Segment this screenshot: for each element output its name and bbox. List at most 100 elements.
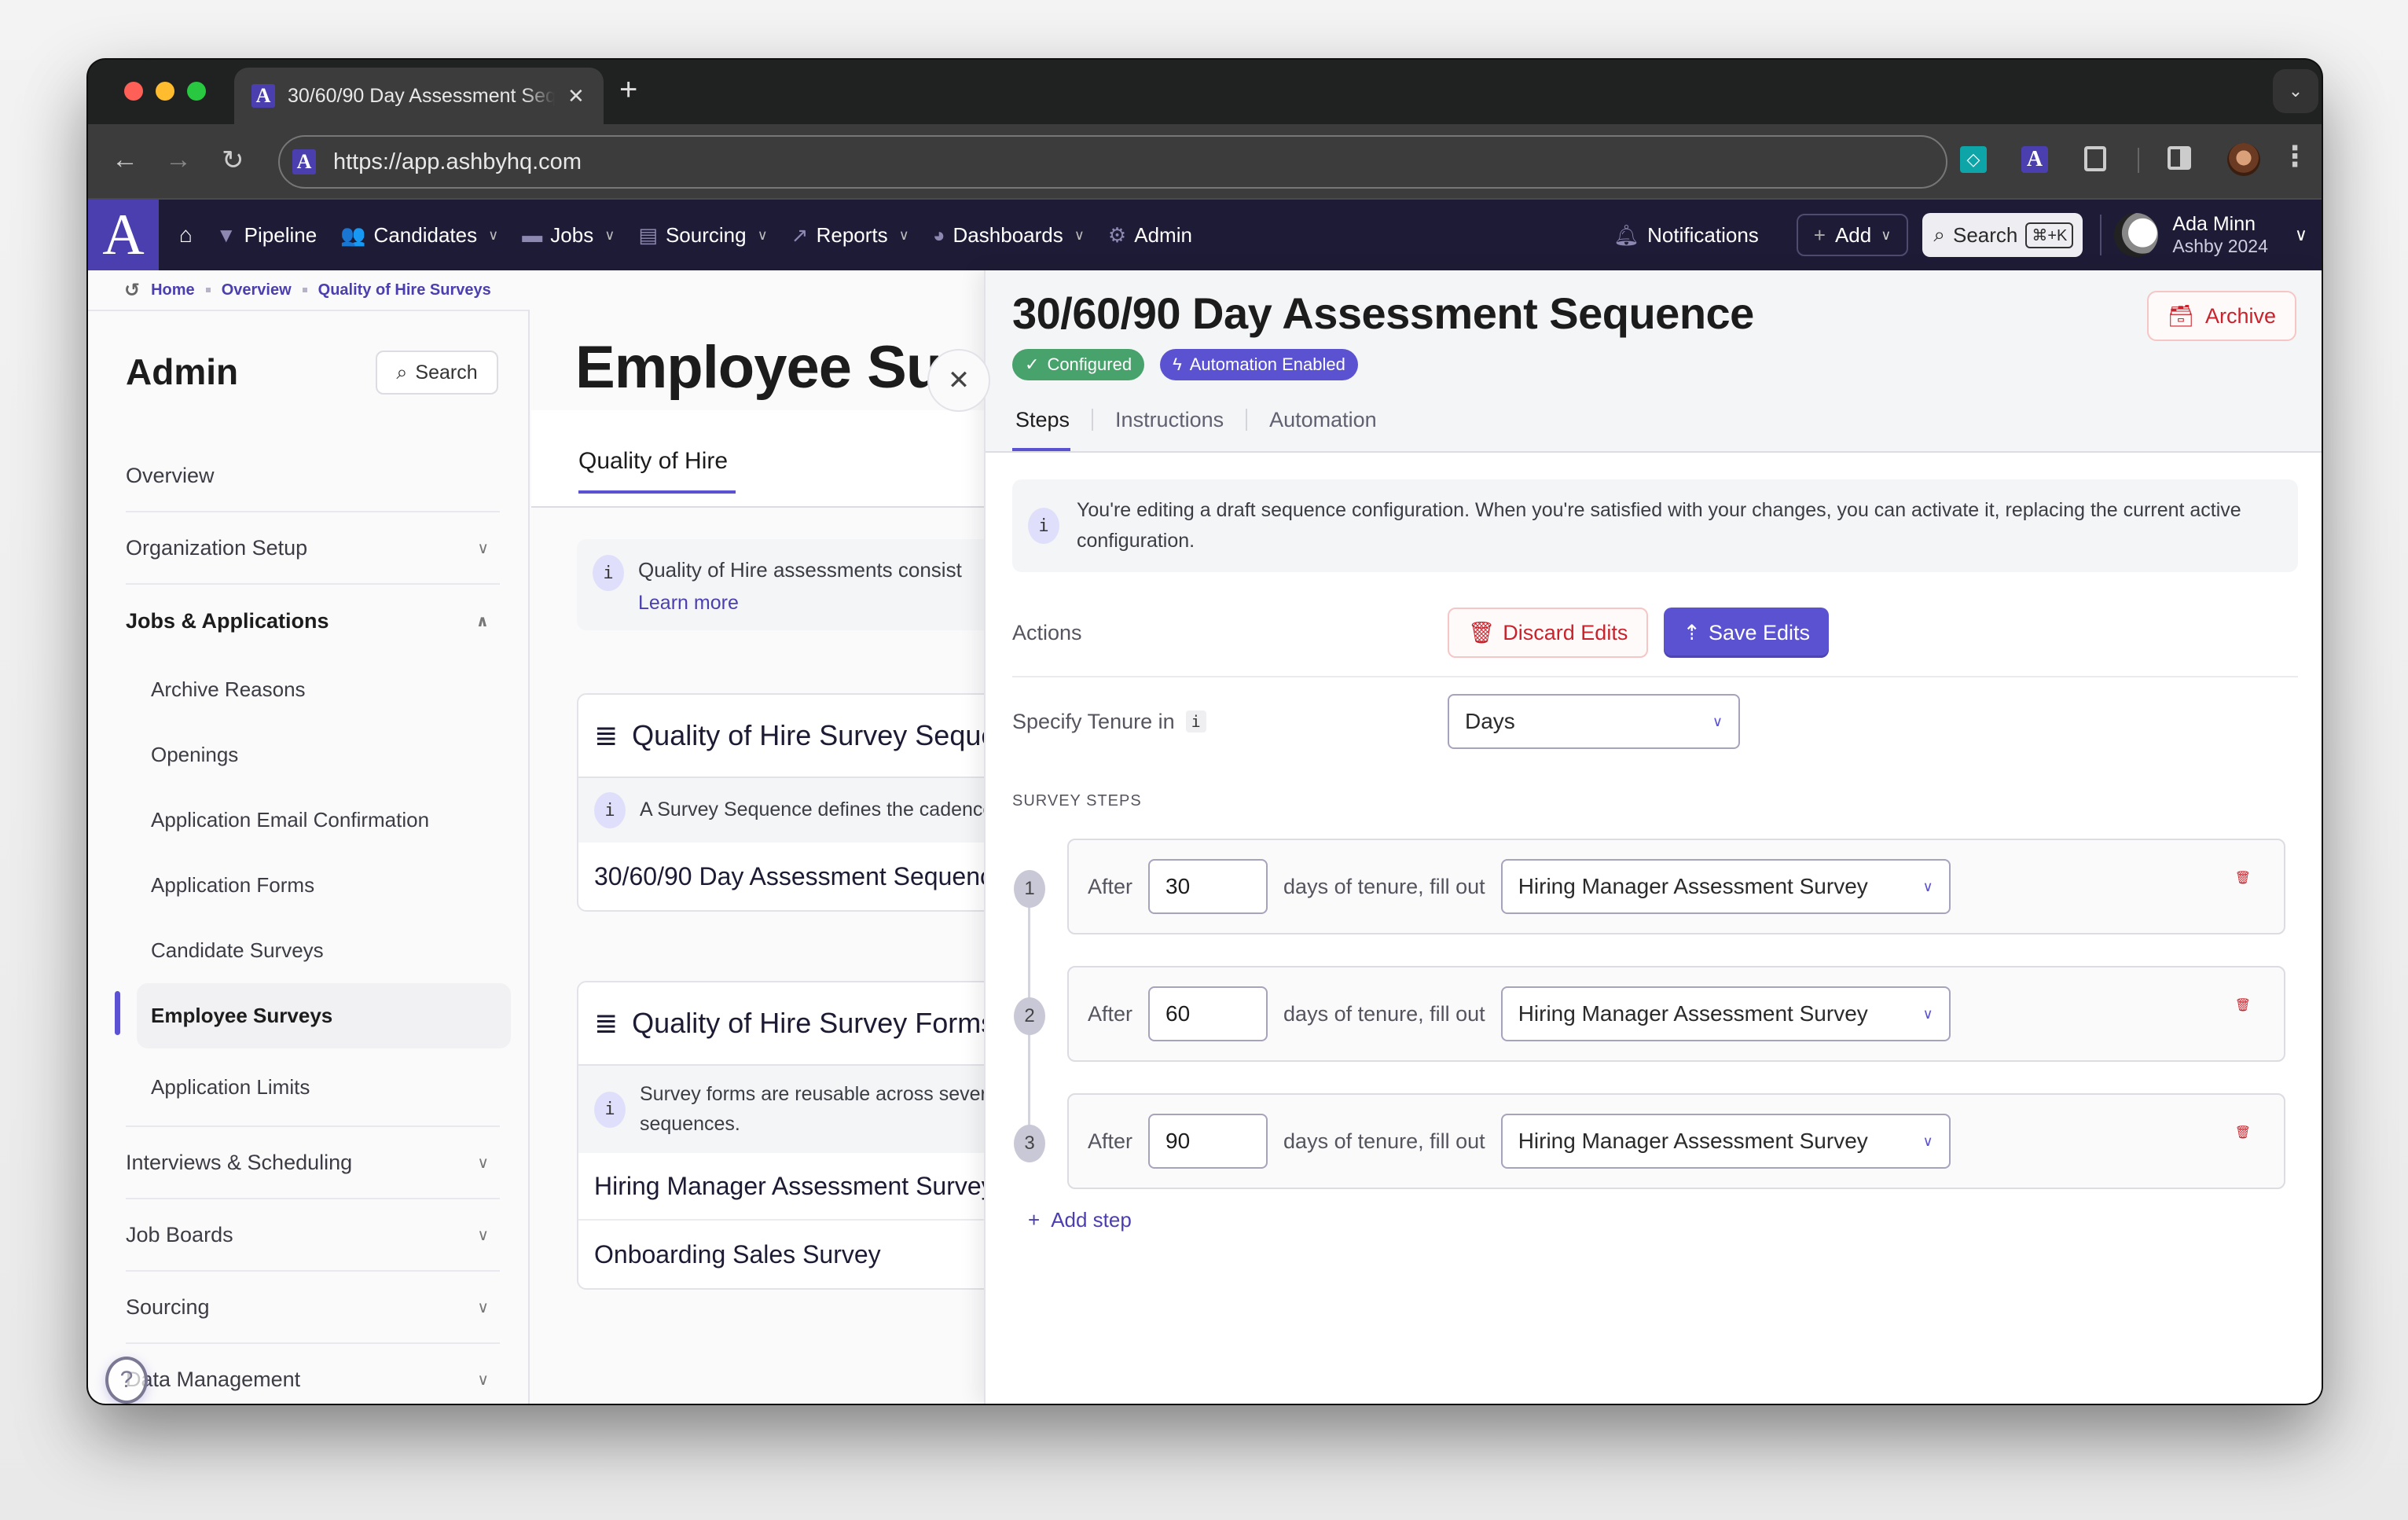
survey-select-value: Hiring Manager Assessment Survey: [1518, 1129, 1868, 1153]
archive-label: Archive: [2204, 303, 2276, 328]
user-menu[interactable]: Ada Minn Ashby 2024: [2172, 213, 2267, 256]
save-edits-button[interactable]: ⇡ Save Edits: [1664, 608, 1830, 658]
nav-dashboards-label: Dashboards: [953, 222, 1063, 247]
notifications-label: Notifications: [1647, 222, 1759, 247]
draft-info-banner: i You're editing a draft sequence config…: [1012, 479, 2298, 572]
step-card: After 60 days of tenure, fill out Hiring…: [1067, 966, 2285, 1062]
sidebar-item-application-limits[interactable]: Application Limits: [126, 1048, 500, 1127]
forward-button[interactable]: →: [165, 145, 192, 175]
discard-edits-button[interactable]: 🗑︎ Discard Edits: [1448, 608, 1649, 658]
tenure-days-input[interactable]: 90: [1148, 1114, 1268, 1169]
nav-candidates[interactable]: 👥 Candidates ∨: [340, 223, 498, 248]
nav-pipeline[interactable]: ▼ Pipeline: [216, 223, 317, 248]
browser-tab-active[interactable]: A 30/60/90 Day Assessment Sequence ✕: [234, 68, 604, 124]
survey-select[interactable]: Hiring Manager Assessment Survey ∨: [1500, 859, 1951, 914]
nav-admin[interactable]: ⚙ Admin: [1108, 223, 1192, 248]
extensions-puzzle-icon[interactable]: [2084, 146, 2106, 171]
close-drawer-button[interactable]: ✕: [927, 349, 990, 412]
maximize-window-button[interactable]: [187, 82, 206, 101]
address-bar[interactable]: A https://app.ashbyhq.com: [278, 135, 1947, 189]
breadcrumb: ↺ Home Overview Quality of Hire Surveys: [124, 270, 491, 310]
tab-steps[interactable]: Steps: [1012, 388, 1092, 451]
tab-instructions[interactable]: Instructions: [1093, 388, 1246, 451]
chevron-up-icon: ∧: [475, 612, 489, 630]
nav-sourcing[interactable]: ▤ Sourcing ∨: [638, 223, 767, 248]
chevron-down-icon: ∨: [477, 1371, 489, 1389]
back-button[interactable]: ←: [112, 145, 138, 175]
chevron-down-icon: ∨: [757, 226, 768, 243]
step-after-label: After: [1088, 1129, 1133, 1153]
home-icon: ⌂: [179, 222, 193, 247]
chevron-down-icon: ∨: [477, 1226, 489, 1244]
briefcase-icon: ▬: [522, 222, 543, 247]
sidebar-item-label: Application Limits: [151, 1074, 310, 1099]
sidebar-item-overview[interactable]: Overview: [126, 440, 500, 512]
archive-button[interactable]: 🗃︎ Archive: [2146, 291, 2296, 341]
help-button[interactable]: ?: [105, 1357, 148, 1404]
nav-reports[interactable]: ↗ Reports ∨: [791, 223, 909, 248]
global-search-button[interactable]: ⌕ Search ⌘+K: [1922, 213, 2083, 257]
nav-jobs[interactable]: ▬ Jobs ∨: [522, 223, 615, 248]
info-text: You're editing a draft sequence configur…: [1077, 499, 2241, 552]
breadcrumb-overview[interactable]: Overview: [222, 281, 292, 299]
admin-sidebar: Admin ⌕ Search Overview Organization Set…: [88, 310, 530, 1404]
tab-automation[interactable]: Automation: [1247, 388, 1399, 451]
extension-diamond-icon[interactable]: ◇: [1960, 146, 1987, 173]
sidebar-item-organization-setup[interactable]: Organization Setup ∨: [126, 512, 500, 585]
nav-divider: [2100, 215, 2102, 255]
sidebar-item-archive-reasons[interactable]: Archive Reasons: [126, 657, 500, 722]
survey-step: 3 After 90 days of tenure, fill out Hiri…: [1012, 1093, 2298, 1221]
nav-home[interactable]: ⌂: [179, 222, 193, 248]
sidebar-item-openings[interactable]: Openings: [126, 722, 500, 788]
extension-ashby-icon[interactable]: A: [2021, 146, 2048, 173]
drawer-header: 30/60/90 Day Assessment Sequence ✓ Confi…: [986, 270, 2322, 453]
sidebar-item-employee-surveys[interactable]: Employee Surveys: [115, 983, 511, 1048]
browser-profile-avatar[interactable]: [2227, 143, 2260, 176]
ashby-logo[interactable]: A: [88, 200, 159, 270]
tab-quality-of-hire[interactable]: Quality of Hire: [578, 448, 736, 494]
tenure-days-input[interactable]: 60: [1148, 986, 1268, 1041]
add-button[interactable]: + Add ∨: [1796, 214, 1909, 256]
side-panel-icon[interactable]: [2168, 146, 2191, 170]
sidebar-item-candidate-surveys[interactable]: Candidate Surveys: [126, 918, 500, 983]
learn-more-link[interactable]: Learn more: [638, 592, 962, 615]
breadcrumb-home[interactable]: Home: [151, 281, 195, 299]
chevron-down-icon: ∨: [1712, 713, 1723, 729]
sidebar-item-sourcing[interactable]: Sourcing ∨: [126, 1272, 500, 1344]
delete-step-trash-icon[interactable]: 🗑︎: [2235, 997, 2251, 1013]
tenure-days-input[interactable]: 30: [1148, 859, 1268, 914]
new-tab-button[interactable]: +: [619, 72, 637, 108]
chevron-down-icon[interactable]: ∨: [2295, 225, 2307, 245]
tenure-unit-select[interactable]: Days ∨: [1448, 694, 1740, 749]
info-icon[interactable]: i: [1185, 710, 1206, 732]
sidebar-item-job-boards[interactable]: Job Boards ∨: [126, 1199, 500, 1272]
nav-dashboards[interactable]: ◕ Dashboards ∨: [933, 223, 1085, 248]
sidebar-item-interviews-scheduling[interactable]: Interviews & Scheduling ∨: [126, 1127, 500, 1199]
survey-select[interactable]: Hiring Manager Assessment Survey ∨: [1500, 1114, 1951, 1169]
check-icon: ✓: [1025, 354, 1040, 374]
history-icon[interactable]: ↺: [124, 279, 140, 302]
reload-button[interactable]: ↻: [222, 145, 244, 176]
close-window-button[interactable]: [124, 82, 143, 101]
sidebar-item-application-email-confirmation[interactable]: Application Email Confirmation: [126, 788, 500, 853]
survey-select[interactable]: Hiring Manager Assessment Survey ∨: [1500, 986, 1951, 1041]
user-name: Ada Minn: [2172, 213, 2256, 236]
close-tab-icon[interactable]: ✕: [567, 84, 585, 108]
search-icon: ⌕: [396, 361, 408, 384]
sidebar-item-application-forms[interactable]: Application Forms: [126, 853, 500, 918]
minimize-window-button[interactable]: [156, 82, 174, 101]
sidebar-item-data-management[interactable]: Data Management ∨: [126, 1344, 500, 1404]
user-avatar[interactable]: [2114, 213, 2159, 257]
delete-step-trash-icon[interactable]: 🗑︎: [2235, 1125, 2251, 1140]
url-text[interactable]: https://app.ashbyhq.com: [333, 149, 582, 175]
tab-search-button[interactable]: ⌄: [2273, 69, 2318, 113]
ashby-favicon-icon: A: [251, 84, 275, 108]
breadcrumb-quality-of-hire[interactable]: Quality of Hire Surveys: [318, 281, 491, 299]
sidebar-item-jobs-applications[interactable]: Jobs & Applications ∧: [126, 585, 500, 657]
sidebar-search-button[interactable]: ⌕ Search: [376, 351, 498, 395]
info-icon: i: [594, 1091, 626, 1128]
browser-menu-icon[interactable]: ⋮: [2281, 140, 2309, 173]
notifications-button[interactable]: 🔔︎ Notifications: [1613, 223, 1759, 248]
sidebar-item-label: Application Email Confirmation: [151, 808, 430, 832]
delete-step-trash-icon[interactable]: 🗑︎: [2235, 870, 2251, 886]
